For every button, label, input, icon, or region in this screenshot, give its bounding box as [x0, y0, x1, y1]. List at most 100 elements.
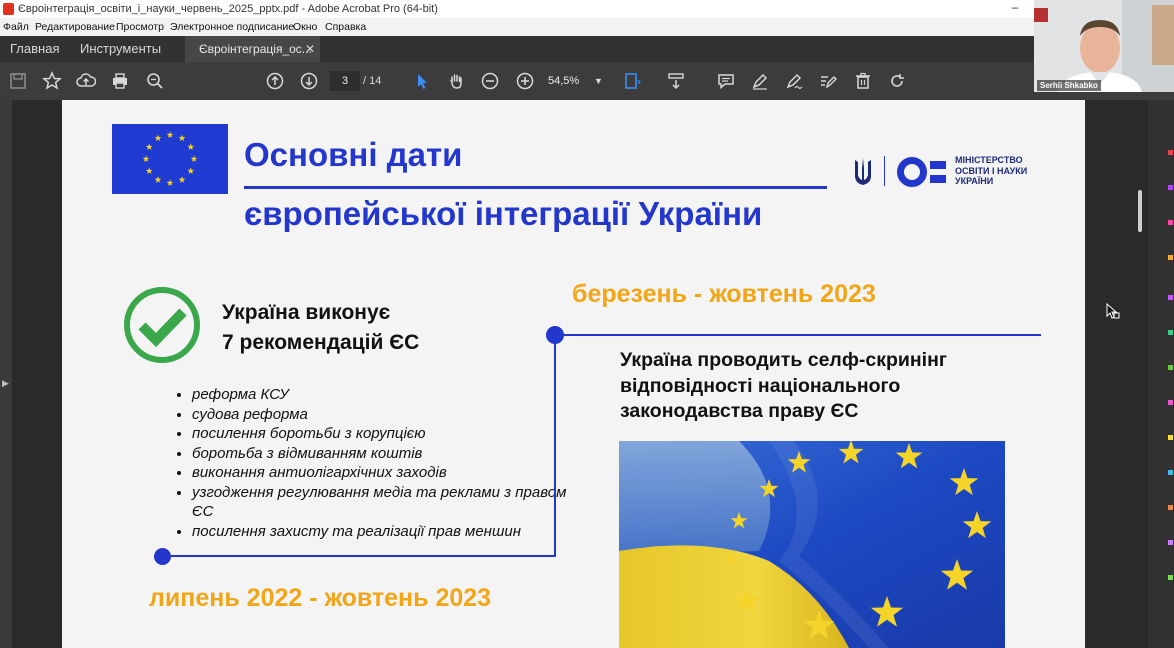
- participant-name: Serhii Shkabko: [1037, 80, 1101, 91]
- tool-swatch-icon[interactable]: [1168, 365, 1173, 370]
- search-icon[interactable]: [145, 71, 165, 91]
- screening-text: Україна проводить селф-скринінг відповід…: [620, 348, 947, 425]
- list-item: судова реформа: [192, 405, 577, 425]
- webcam-video: [1034, 0, 1174, 92]
- menu-e-sign[interactable]: Электронное подписание: [170, 18, 294, 36]
- list-item: боротьба з відмиванням коштів: [192, 444, 577, 464]
- expand-left-panel-icon[interactable]: ▶: [2, 378, 9, 389]
- mouse-cursor-icon: [1106, 302, 1120, 321]
- tool-swatch-icon[interactable]: [1168, 255, 1173, 260]
- select-cursor-icon[interactable]: [412, 71, 432, 91]
- ministry-name-line: УКРАЇНИ: [955, 176, 994, 186]
- eu-star-icon: [142, 155, 150, 162]
- eu-star-icon: [145, 167, 153, 174]
- sign-icon[interactable]: [784, 71, 804, 91]
- eu-star-icon: [145, 143, 153, 150]
- tool-swatch-icon[interactable]: [1168, 435, 1173, 440]
- zoom-in-icon[interactable]: [515, 71, 535, 91]
- save-icon[interactable]: [8, 71, 28, 91]
- date-range-top: березень - жовтень 2023: [572, 280, 876, 308]
- tool-swatch-icon[interactable]: [1168, 185, 1173, 190]
- list-item: виконання антиолігархічних заходів: [192, 463, 577, 483]
- ministry-name-line: ОСВІТИ І НАУКИ: [955, 165, 1028, 176]
- tool-swatch-icon[interactable]: [1168, 400, 1173, 405]
- menu-view[interactable]: Просмотр: [116, 18, 164, 36]
- right-tools-panel: [1148, 100, 1174, 648]
- screening-text-line: законодавства праву ЄС: [620, 400, 859, 422]
- eu-star-icon: [187, 143, 195, 150]
- recommendations-list: реформа КСУ судова реформа посилення бор…: [174, 385, 577, 541]
- menu-help[interactable]: Справка: [325, 18, 366, 36]
- tool-swatch-icon[interactable]: [1168, 505, 1173, 510]
- eu-star-icon: [154, 176, 162, 183]
- timeline-line-bottom: [162, 555, 556, 557]
- trash-icon[interactable]: [853, 71, 873, 91]
- tool-swatch-icon[interactable]: [1168, 470, 1173, 475]
- eu-star-icon: [178, 176, 186, 183]
- tab-tools[interactable]: Инструменты: [80, 36, 161, 62]
- previous-page-icon[interactable]: [265, 71, 285, 91]
- ministry-logo-icon: [896, 156, 948, 188]
- list-item: узгодження регулювання медіа та реклами …: [192, 483, 577, 522]
- slide-title-line2: європейської інтеграції України: [244, 195, 763, 232]
- eu-ukraine-flags-image: [619, 440, 1005, 648]
- timeline-dot-top: [546, 326, 564, 344]
- close-tab-icon[interactable]: ✕: [305, 36, 315, 62]
- menu-edit[interactable]: Редактирование: [35, 18, 115, 36]
- tab-document[interactable]: Євроінтеграція_ос...: [185, 36, 320, 62]
- list-item: реформа КСУ: [192, 385, 577, 405]
- tool-swatch-icon[interactable]: [1168, 575, 1173, 580]
- tab-home[interactable]: Главная: [10, 36, 59, 62]
- left-panel-strip[interactable]: [0, 100, 12, 648]
- ministry-name-line: МІНІСТЕРСТВО: [955, 155, 1023, 165]
- tool-swatch-icon[interactable]: [1168, 295, 1173, 300]
- checkmark-icon: [122, 285, 202, 365]
- tool-swatch-icon[interactable]: [1168, 330, 1173, 335]
- rotate-icon[interactable]: [887, 71, 907, 91]
- scroll-mode-icon[interactable]: [666, 71, 686, 91]
- logo-divider: [884, 156, 885, 186]
- timeline-dot-bottom: [154, 548, 171, 565]
- window-title-bar: Євроінтеграція_освіти_і_науки_червень_20…: [0, 0, 1174, 18]
- eu-star-icon: [187, 167, 195, 174]
- cloud-upload-icon[interactable]: [76, 71, 97, 91]
- recommendations-title-line: Україна виконує: [222, 301, 391, 324]
- trident-icon: [852, 156, 874, 188]
- list-item: посилення захисту та реалізації прав мен…: [192, 522, 577, 542]
- eu-star-icon: [154, 134, 162, 142]
- screening-text-line: відповідності національного: [620, 374, 901, 397]
- screening-text-line: Україна проводить селф-скринінг: [620, 349, 947, 371]
- eu-flag-logo: [112, 124, 228, 194]
- menu-bar: Файл Редактирование Просмотр Электронное…: [0, 18, 1174, 36]
- eu-star-icon: [190, 155, 198, 162]
- pdf-file-icon: [3, 3, 14, 15]
- edit-pdf-icon[interactable]: [818, 71, 838, 91]
- title-underline: [244, 186, 827, 189]
- star-icon[interactable]: [42, 71, 62, 91]
- eu-star-icon: [166, 179, 174, 186]
- tool-swatch-icon[interactable]: [1168, 150, 1173, 155]
- ministry-name: МІНІСТЕРСТВО ОСВІТИ І НАУКИ УКРАЇНИ: [955, 155, 1035, 187]
- page-number-input[interactable]: 3: [330, 71, 360, 91]
- comment-icon[interactable]: [716, 71, 736, 91]
- next-page-icon[interactable]: [299, 71, 319, 91]
- menu-file[interactable]: Файл: [3, 18, 29, 36]
- page-total: / 14: [363, 75, 382, 87]
- highlight-pen-icon[interactable]: [750, 71, 770, 91]
- eu-star-icon: [166, 131, 174, 138]
- menu-window[interactable]: Окно: [293, 18, 317, 36]
- fit-page-icon[interactable]: [622, 71, 642, 91]
- print-icon[interactable]: [110, 71, 130, 91]
- hand-tool-icon[interactable]: [446, 71, 466, 91]
- pdf-page-slide: Основні дати європейської інтеграції Укр…: [62, 100, 1085, 648]
- window-title: Євроінтеграція_освіти_і_науки_червень_20…: [18, 3, 438, 15]
- vertical-scrollbar[interactable]: [1138, 190, 1142, 232]
- minimize-window-icon[interactable]: –: [1000, 0, 1030, 18]
- tool-swatch-icon[interactable]: [1168, 220, 1173, 225]
- chevron-down-icon[interactable]: ▼: [594, 71, 603, 91]
- zoom-level-value: 54,5%: [548, 75, 580, 87]
- list-item: посилення боротьби з корупцією: [192, 424, 577, 444]
- tabs-bar: Главная Инструменты Євроінтеграція_ос...…: [0, 36, 1174, 62]
- tool-swatch-icon[interactable]: [1168, 540, 1173, 545]
- zoom-out-icon[interactable]: [480, 71, 500, 91]
